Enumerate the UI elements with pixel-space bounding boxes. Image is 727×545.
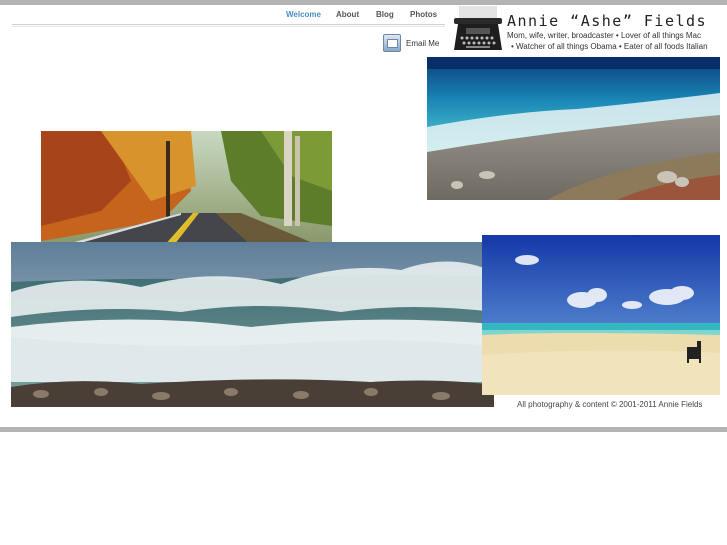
nav-divider [12, 24, 445, 25]
copyright-footer: All photography & content © 2001-2011 An… [517, 400, 703, 409]
tagline-line-2: • Watcher of all things Obama • Eater of… [511, 42, 708, 51]
sandy-beach-photo[interactable] [482, 235, 720, 395]
top-bar [0, 0, 727, 5]
tagline-line-1: Mom, wife, writer, broadcaster • Lover o… [507, 31, 701, 40]
email-me-label: Email Me [406, 38, 440, 48]
rocky-beach-photo[interactable] [427, 57, 720, 200]
mail-icon [383, 34, 401, 52]
nav-about[interactable]: About [336, 10, 359, 19]
typewriter-icon [454, 6, 502, 50]
nav-photos[interactable]: Photos [410, 10, 437, 19]
email-me-link[interactable]: Email Me [383, 34, 439, 52]
nav-blog[interactable]: Blog [376, 10, 394, 19]
bottom-bar [0, 427, 727, 432]
nav-welcome[interactable]: Welcome [286, 10, 321, 19]
crashing-wave-photo[interactable] [11, 242, 494, 407]
site-branding: Annie “Ashe” Fields Mom, wife, writer, b… [507, 12, 722, 52]
site-title: Annie “Ashe” Fields [507, 12, 708, 30]
nav-divider-shadow [12, 26, 445, 27]
